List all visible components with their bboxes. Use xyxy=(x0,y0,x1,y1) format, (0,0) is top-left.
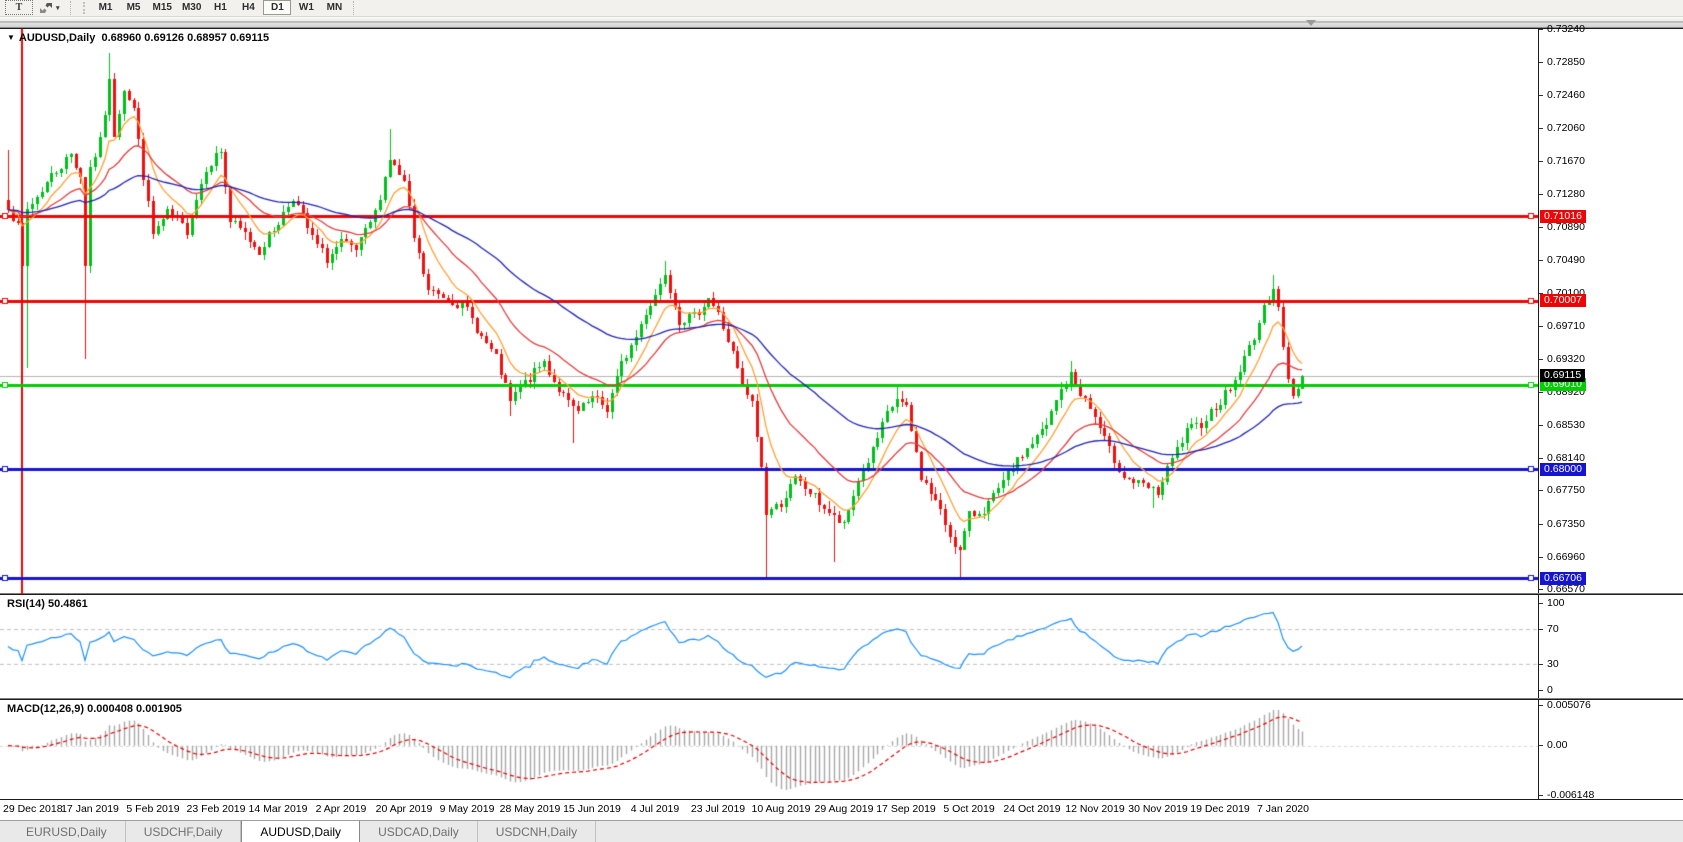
timeframe-button-m1[interactable]: M1 xyxy=(93,1,119,14)
timeframe-button-m5[interactable]: M5 xyxy=(121,1,147,14)
rsi-value: 50.4861 xyxy=(48,598,88,610)
macd-tick-label: 0.005076 xyxy=(1539,699,1591,711)
ohlc-close: 0.69115 xyxy=(230,32,269,44)
macd-name: MACD(12,26,9) xyxy=(7,703,84,715)
price-tick-label: 0.72850 xyxy=(1539,56,1585,68)
price-tick-label: 0.67750 xyxy=(1539,484,1585,496)
date-label: 12 Nov 2019 xyxy=(1065,803,1125,815)
timeframe-button-d1[interactable]: D1 xyxy=(263,0,291,15)
date-label: 2 Apr 2019 xyxy=(316,803,367,815)
price-tick-label: 0.67350 xyxy=(1539,518,1585,530)
toolbar-separator xyxy=(353,1,361,15)
macd-axis[interactable]: 0.0050760.00-0.006148 xyxy=(1538,700,1683,800)
macd-signal-value: 0.001905 xyxy=(136,703,182,715)
rsi-plot-area[interactable] xyxy=(0,595,1538,698)
scrollbar-groove xyxy=(0,21,1683,23)
date-label: 29 Aug 2019 xyxy=(815,803,874,815)
date-label: 10 Aug 2019 xyxy=(752,803,811,815)
chart-tab-audusd[interactable]: AUDUSD,Daily xyxy=(241,821,360,842)
date-label: 30 Nov 2019 xyxy=(1128,803,1188,815)
price-tick-label: 0.69320 xyxy=(1539,353,1585,365)
ohlc-collapse-icon[interactable]: ▼ xyxy=(7,33,15,42)
timeframe-button-m15[interactable]: M15 xyxy=(149,1,176,14)
scroll-position-marker[interactable] xyxy=(1306,20,1316,26)
date-label: 9 May 2019 xyxy=(440,803,495,815)
hline-price-label: 0.68000 xyxy=(1540,463,1586,476)
date-label: 19 Dec 2019 xyxy=(1190,803,1250,815)
timeframe-button-h1[interactable]: H1 xyxy=(207,1,233,14)
date-label: 24 Oct 2019 xyxy=(1003,803,1060,815)
chart-toolbar: T ▾ M1M5M15M30H1H4D1W1MN xyxy=(0,0,1683,17)
chart-tab-usdcnh[interactable]: USDCNH,Daily xyxy=(478,821,596,842)
date-label: 4 Jul 2019 xyxy=(631,803,679,815)
chart-symbol-period: AUDUSD,Daily xyxy=(19,32,95,44)
chart-title: ▼ AUDUSD,Daily 0.68960 0.69126 0.68957 0.… xyxy=(7,32,269,44)
trading-terminal-window: T ▾ M1M5M15M30H1H4D1W1MN ▼ AUDUSD,Daily 0… xyxy=(0,0,1683,842)
price-tick-label: 0.70490 xyxy=(1539,254,1585,266)
chart-tab-usdcad[interactable]: USDCAD,Daily xyxy=(360,821,478,842)
price-axis[interactable]: 0.732400.728500.724600.720600.716700.712… xyxy=(1538,29,1683,593)
ohlc-open: 0.68960 xyxy=(101,32,141,44)
hline-price-label: 0.66706 xyxy=(1540,572,1586,585)
macd-main-value: 0.000408 xyxy=(87,703,133,715)
price-tick-label: 0.69710 xyxy=(1539,320,1585,332)
ohlc-high: 0.69126 xyxy=(144,32,184,44)
price-chart-area[interactable] xyxy=(0,29,1538,595)
date-label: 15 Jun 2019 xyxy=(563,803,621,815)
date-label: 28 May 2019 xyxy=(500,803,561,815)
macd-plot-area[interactable] xyxy=(0,700,1538,800)
price-tick-label: 0.72060 xyxy=(1539,122,1585,134)
rsi-tick-label: 70 xyxy=(1539,623,1559,635)
date-label: 5 Feb 2019 xyxy=(126,803,179,815)
symbol-tab-bar: EURUSD,DailyUSDCHF,DailyAUDUSD,DailyUSDC… xyxy=(0,820,1683,842)
rsi-tick-label: 0 xyxy=(1539,684,1553,696)
date-label: 17 Jan 2019 xyxy=(61,803,119,815)
date-axis[interactable]: 29 Dec 201817 Jan 2019 5 Feb 2019 23 Feb 2… xyxy=(0,799,1683,820)
hline-price-label: 0.70007 xyxy=(1540,294,1586,307)
date-label: 23 Feb 2019 xyxy=(187,803,246,815)
date-label: 7 Jan 2020 xyxy=(1257,803,1309,815)
macd-tick-label: 0.00 xyxy=(1539,739,1567,751)
timeframe-button-mn[interactable]: MN xyxy=(321,1,347,14)
price-tick-label: 0.71670 xyxy=(1539,155,1585,167)
price-tick-label: 0.68530 xyxy=(1539,419,1585,431)
price-tick-label: 0.71280 xyxy=(1539,188,1585,200)
styler-tool-button[interactable]: ▾ xyxy=(35,1,64,14)
rsi-axis[interactable]: 100 70 30 0 xyxy=(1538,595,1683,698)
price-chart-panel: ▼ AUDUSD,Daily 0.68960 0.69126 0.68957 0.… xyxy=(0,28,1683,593)
macd-indicator-panel: MACD(12,26,9) 0.000408 0.001905 0.005076… xyxy=(0,699,1683,800)
current-price-label: 0.69115 xyxy=(1540,369,1585,382)
styler-arrows-icon xyxy=(39,2,53,14)
price-tick-label: 0.72460 xyxy=(1539,89,1585,101)
chart-horizontal-scrollbar[interactable] xyxy=(0,17,1683,28)
date-label: 14 Mar 2019 xyxy=(249,803,308,815)
date-label: 17 Sep 2019 xyxy=(876,803,936,815)
rsi-label: RSI(14) 50.4861 xyxy=(7,598,88,610)
price-tick-label: 0.68140 xyxy=(1539,452,1585,464)
chevron-down-icon: ▾ xyxy=(56,4,60,12)
chart-tab-usdchf[interactable]: USDCHF,Daily xyxy=(126,821,242,842)
date-label: 20 Apr 2019 xyxy=(376,803,433,815)
text-tool-button[interactable]: T xyxy=(5,0,33,15)
timeframe-button-group: M1M5M15M30H1H4D1W1MN xyxy=(92,0,349,15)
toolbar-grip xyxy=(83,2,90,14)
price-tick-label: 0.66960 xyxy=(1539,551,1585,563)
chart-tab-eurusd[interactable]: EURUSD,Daily xyxy=(8,821,126,842)
timeframe-button-h4[interactable]: H4 xyxy=(235,1,261,14)
ohlc-low: 0.68957 xyxy=(187,32,227,44)
price-tick-label: 0.73240 xyxy=(1539,23,1585,35)
toolbar-separator xyxy=(70,1,78,15)
date-label: 5 Oct 2019 xyxy=(943,803,994,815)
date-label: 29 Dec 2018 xyxy=(3,803,63,815)
timeframe-button-m30[interactable]: M30 xyxy=(178,1,205,14)
hline-price-label: 0.71016 xyxy=(1540,210,1586,223)
macd-label: MACD(12,26,9) 0.000408 0.001905 xyxy=(7,703,182,715)
timeframe-button-w1[interactable]: W1 xyxy=(293,1,319,14)
rsi-indicator-panel: RSI(14) 50.4861 100 70 30 0 xyxy=(0,594,1683,698)
rsi-tick-label: 100 xyxy=(1539,597,1565,609)
rsi-name: RSI(14) xyxy=(7,598,45,610)
rsi-tick-label: 30 xyxy=(1539,658,1559,670)
date-label: 23 Jul 2019 xyxy=(691,803,745,815)
